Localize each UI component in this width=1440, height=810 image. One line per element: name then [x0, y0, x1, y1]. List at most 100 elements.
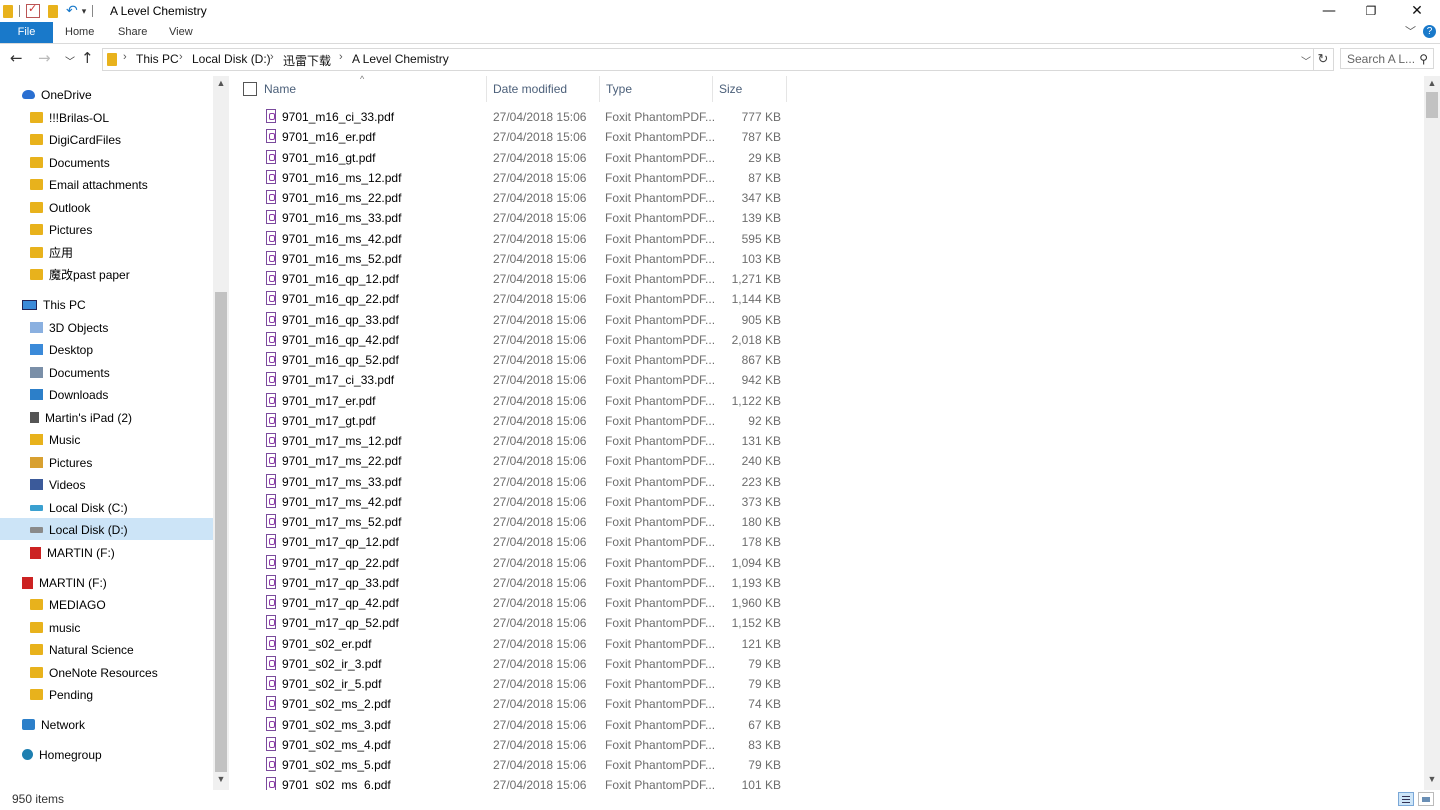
nav-item-music-f[interactable]: music [30, 617, 80, 639]
file-row[interactable]: 9701_m16_qp_33.pdf 27/04/2018 15:06 Foxit … [229, 310, 799, 330]
expand-ribbon-icon[interactable]: ﹀ [1405, 23, 1416, 39]
new-folder-icon[interactable] [48, 4, 58, 18]
nav-item-local-disk-c[interactable]: Local Disk (C:) [30, 497, 128, 519]
file-row[interactable]: 9701_m17_qp_12.pdf 27/04/2018 15:06 Foxit … [229, 532, 799, 552]
file-row[interactable]: 9701_m17_gt.pdf 27/04/2018 15:06 Foxit Pha… [229, 411, 799, 431]
properties-icon[interactable] [26, 2, 40, 18]
forward-arrow-icon[interactable]: → [38, 49, 51, 67]
nav-item-documents[interactable]: Documents [30, 152, 110, 174]
nav-item-music[interactable]: Music [30, 429, 80, 451]
file-row[interactable]: 9701_m16_ms_12.pdf 27/04/2018 15:06 Foxit … [229, 168, 799, 188]
restore-button[interactable]: ❐ [1348, 0, 1394, 22]
scroll-down-icon[interactable]: ▼ [1424, 774, 1440, 784]
file-row[interactable]: 9701_m17_qp_52.pdf 27/04/2018 15:06 Foxit … [229, 613, 799, 633]
file-row[interactable]: 9701_m16_qp_42.pdf 27/04/2018 15:06 Foxit … [229, 330, 799, 350]
nav-homegroup[interactable]: Homegroup [22, 744, 102, 766]
nav-item-desktop[interactable]: Desktop [30, 339, 93, 361]
file-row[interactable]: 9701_m17_qp_33.pdf 27/04/2018 15:06 Foxit … [229, 573, 799, 593]
nav-item-pending[interactable]: Pending [30, 684, 93, 706]
file-row[interactable]: 9701_m17_ms_12.pdf 27/04/2018 15:06 Foxit … [229, 431, 799, 451]
file-list-scroll-thumb[interactable] [1426, 92, 1438, 118]
help-icon[interactable]: ? [1423, 25, 1436, 38]
file-row[interactable]: 9701_m17_ci_33.pdf 27/04/2018 15:06 Foxit … [229, 370, 799, 390]
file-row[interactable]: 9701_m16_er.pdf 27/04/2018 15:06 Foxit Pha… [229, 127, 799, 147]
address-history-icon[interactable]: ﹀ [1301, 53, 1311, 68]
breadcrumb-this-pc[interactable]: This PC [136, 52, 179, 66]
file-row[interactable]: 9701_m17_ms_33.pdf 27/04/2018 15:06 Foxit … [229, 472, 799, 492]
recent-locations-icon[interactable]: ﹀ [65, 53, 75, 68]
nav-this-pc[interactable]: This PC [22, 294, 86, 316]
nav-martin-drive[interactable]: MARTIN (F:) [22, 572, 107, 594]
file-row[interactable]: 9701_s02_ms_5.pdf 27/04/2018 15:06 Foxit P… [229, 755, 799, 775]
nav-item-past-paper[interactable]: 魔改past paper [30, 264, 130, 286]
file-row[interactable]: 9701_s02_ir_3.pdf 27/04/2018 15:06 Foxit P… [229, 654, 799, 674]
scroll-up-icon[interactable]: ▲ [213, 78, 229, 88]
search-input[interactable]: Search A L... ⚲ [1340, 48, 1434, 69]
minimize-button[interactable]: — [1306, 0, 1352, 22]
scroll-down-icon[interactable]: ▼ [213, 774, 229, 784]
file-row[interactable]: 9701_s02_ms_3.pdf 27/04/2018 15:06 Foxit P… [229, 715, 799, 735]
up-arrow-icon[interactable]: ↑ [81, 49, 94, 67]
address-bar[interactable]: › This PC › Local Disk (D:) › 迅雷下载 › A L… [102, 48, 1314, 71]
nav-item-digicardfiles[interactable]: DigiCardFiles [30, 129, 121, 151]
breadcrumb-separator-icon[interactable]: › [339, 51, 343, 63]
refresh-icon[interactable]: ↻ [1313, 48, 1334, 71]
file-row[interactable]: 9701_m16_gt.pdf 27/04/2018 15:06 Foxit Pha… [229, 148, 799, 168]
breadcrumb-current-folder[interactable]: A Level Chemistry [352, 52, 449, 66]
file-row[interactable]: 9701_s02_ms_6.pdf 27/04/2018 15:06 Foxit P… [229, 775, 799, 790]
nav-network[interactable]: Network [22, 714, 85, 736]
file-row[interactable]: 9701_s02_ir_5.pdf 27/04/2018 15:06 Foxit P… [229, 674, 799, 694]
tab-home[interactable]: Home [65, 22, 94, 43]
nav-item-natural-science[interactable]: Natural Science [30, 639, 134, 661]
nav-item-email-attachments[interactable]: Email attachments [30, 174, 148, 196]
nav-item-local-disk-d[interactable]: Local Disk (D:) [30, 519, 128, 541]
customize-dropdown-icon[interactable]: ▾ [82, 6, 87, 17]
file-row[interactable]: 9701_m16_ms_52.pdf 27/04/2018 15:06 Foxit … [229, 249, 799, 269]
nav-item-outlook[interactable]: Outlook [30, 197, 90, 219]
file-list-scrollbar[interactable]: ▲ ▼ [1424, 76, 1440, 790]
tab-file[interactable]: File [0, 22, 53, 43]
file-row[interactable]: 9701_m17_ms_52.pdf 27/04/2018 15:06 Foxit … [229, 512, 799, 532]
nav-item-onenote[interactable]: OneNote Resources [30, 662, 158, 684]
nav-item-brilas[interactable]: !!!Brilas-OL [30, 107, 109, 129]
file-row[interactable]: 9701_m17_ms_22.pdf 27/04/2018 15:06 Foxit … [229, 451, 799, 471]
scroll-up-icon[interactable]: ▲ [1424, 78, 1440, 88]
file-row[interactable]: 9701_m17_qp_42.pdf 27/04/2018 15:06 Foxit … [229, 593, 799, 613]
undo-icon[interactable]: ↶ [66, 3, 78, 19]
file-row[interactable]: 9701_m17_ms_42.pdf 27/04/2018 15:06 Foxit … [229, 492, 799, 512]
nav-item-mediago[interactable]: MEDIAGO [30, 594, 106, 616]
file-row[interactable]: 9701_s02_er.pdf 27/04/2018 15:06 Foxit Pha… [229, 634, 799, 654]
file-row[interactable]: 9701_m16_ms_22.pdf 27/04/2018 15:06 Foxit … [229, 188, 799, 208]
close-button[interactable]: ✕ [1394, 0, 1440, 22]
details-view-button[interactable] [1398, 792, 1414, 806]
breadcrumb-separator-icon[interactable]: › [270, 51, 274, 63]
nav-item-3d-objects[interactable]: 3D Objects [30, 317, 108, 339]
file-row[interactable]: 9701_s02_ms_2.pdf 27/04/2018 15:06 Foxit P… [229, 694, 799, 714]
nav-scroll-thumb[interactable] [215, 292, 227, 772]
nav-item-martin-f[interactable]: MARTIN (F:) [30, 542, 115, 564]
breadcrumb-separator-icon[interactable]: › [179, 51, 183, 63]
nav-item-apps[interactable]: 应用 [30, 242, 73, 264]
nav-item-videos[interactable]: Videos [30, 474, 85, 496]
file-row[interactable]: 9701_m17_er.pdf 27/04/2018 15:06 Foxit Pha… [229, 391, 799, 411]
column-name[interactable]: Name [258, 76, 487, 102]
nav-item-downloads[interactable]: Downloads [30, 384, 108, 406]
file-row[interactable]: 9701_m16_ms_33.pdf 27/04/2018 15:06 Foxit … [229, 208, 799, 228]
file-row[interactable]: 9701_s02_ms_4.pdf 27/04/2018 15:06 Foxit P… [229, 735, 799, 755]
nav-item-pictures-pc[interactable]: Pictures [30, 452, 92, 474]
breadcrumb-local-disk-d[interactable]: Local Disk (D:) [192, 52, 271, 66]
large-icons-view-button[interactable] [1418, 792, 1434, 806]
breadcrumb-separator-icon[interactable]: › [123, 51, 127, 63]
file-row[interactable]: 9701_m16_ms_42.pdf 27/04/2018 15:06 Foxit … [229, 229, 799, 249]
nav-onedrive[interactable]: OneDrive [22, 84, 92, 106]
column-type[interactable]: Type [600, 76, 713, 102]
file-row[interactable]: 9701_m17_qp_22.pdf 27/04/2018 15:06 Foxit … [229, 553, 799, 573]
column-size[interactable]: Size [713, 76, 787, 102]
file-row[interactable]: 9701_m16_qp_52.pdf 27/04/2018 15:06 Foxit … [229, 350, 799, 370]
breadcrumb-xunlei[interactable]: 迅雷下载 [283, 52, 331, 69]
column-date-modified[interactable]: Date modified [487, 76, 600, 102]
tab-view[interactable]: View [169, 22, 193, 43]
nav-item-pictures[interactable]: Pictures [30, 219, 92, 241]
nav-item-documents-pc[interactable]: Documents [30, 362, 110, 384]
back-arrow-icon[interactable]: ← [10, 49, 23, 67]
